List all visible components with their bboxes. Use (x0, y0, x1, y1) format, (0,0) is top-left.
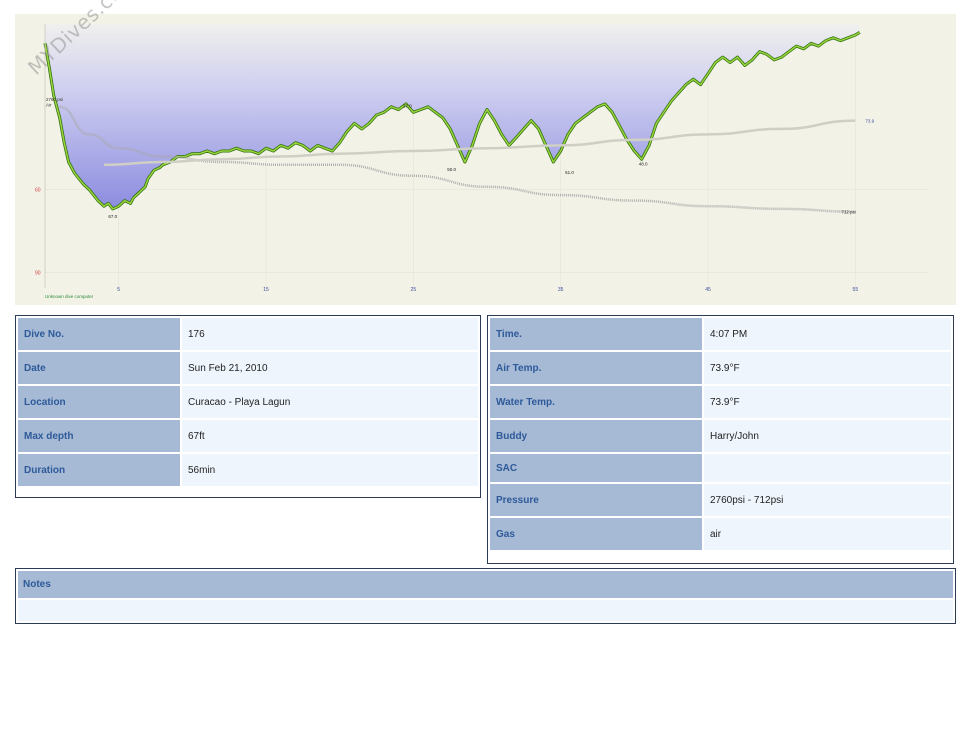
label-pressure: Pressure (490, 484, 702, 516)
row-duration: Duration 56min (18, 454, 478, 486)
label-water-temp: Water Temp. (490, 386, 702, 418)
row-max-depth: Max depth 67ft (18, 420, 478, 452)
row-date: Date Sun Feb 21, 2010 (18, 352, 478, 384)
temperature-label: 73.9 (865, 119, 874, 124)
x-tick-label: 55 (853, 287, 859, 293)
dive-computer-label: Unknown dive computer (45, 294, 94, 299)
row-buddy: Buddy Harry/John (490, 420, 951, 452)
dive-profile-svg: 5 15 25 35 45 55 60 90 2760 psiAir 712 psi 73.9 Unk… (35, 24, 929, 299)
value-sac (704, 454, 951, 482)
x-tick-label: 25 (411, 287, 417, 293)
row-pressure: Pressure 2760psi - 712psi (490, 484, 951, 516)
depth-annotation: 27.0 (403, 104, 412, 109)
label-gas: Gas (490, 518, 702, 550)
label-air-temp: Air Temp. (490, 352, 702, 384)
value-location: Curacao - Playa Lagun (182, 386, 478, 418)
label-max-depth: Max depth (18, 420, 180, 452)
value-time: 4:07 PM (704, 318, 951, 350)
gas-label: Air (46, 102, 52, 107)
label-time: Time. (490, 318, 702, 350)
row-water-temp: Water Temp. 73.9°F (490, 386, 951, 418)
x-tick-label: 15 (263, 287, 269, 293)
value-dive-no: 176 (182, 318, 478, 350)
dive-profile-chart: 5 15 25 35 45 55 60 90 2760 psi Air 712 psi 73.9 Unk… (15, 0, 956, 305)
start-pressure-label: 2760 psi (46, 97, 63, 102)
depth-annotation: 48.0 (639, 161, 648, 166)
label-dive-no: Dive No. (18, 318, 180, 350)
value-gas: air (704, 518, 951, 550)
value-buddy: Harry/John (704, 420, 951, 452)
depth-annotation: 51.0 (565, 170, 574, 175)
conditions-panel: Time. 4:07 PM Air Temp. 73.9°F Water Temp.… (487, 315, 954, 564)
row-air-temp: Air Temp. 73.9°F (490, 352, 951, 384)
label-duration: Duration (18, 454, 180, 486)
value-duration: 56min (182, 454, 478, 486)
notes-text (18, 600, 953, 621)
row-gas: Gas air (490, 518, 951, 550)
row-sac: SAC (490, 454, 951, 482)
label-buddy: Buddy (490, 420, 702, 452)
x-tick-label: 35 (558, 287, 564, 293)
depth-annotation: 67.0 (108, 214, 117, 219)
notes-panel: Notes (15, 568, 956, 624)
row-time: Time. 4:07 PM (490, 318, 951, 350)
label-location: Location (18, 386, 180, 418)
label-sac: SAC (490, 454, 702, 482)
value-pressure: 2760psi - 712psi (704, 484, 951, 516)
dive-info-panel: Dive No. 176 Date Sun Feb 21, 2010 Locatio… (15, 315, 481, 498)
value-air-temp: 73.9°F (704, 352, 951, 384)
row-dive-no: Dive No. 176 (18, 318, 478, 350)
y-tick-label: 60 (35, 188, 41, 194)
x-tick-label: 5 (117, 287, 120, 293)
value-date: Sun Feb 21, 2010 (182, 352, 478, 384)
value-max-depth: 67ft (182, 420, 478, 452)
depth-annotation: 50.0 (447, 167, 456, 172)
x-tick-label: 45 (705, 287, 711, 293)
row-location: Location Curacao - Playa Lagun (18, 386, 478, 418)
y-tick-label: 90 (35, 270, 41, 276)
end-pressure-label: 712 psi (841, 210, 856, 215)
notes-label: Notes (18, 571, 953, 598)
label-date: Date (18, 352, 180, 384)
value-water-temp: 73.9°F (704, 386, 951, 418)
